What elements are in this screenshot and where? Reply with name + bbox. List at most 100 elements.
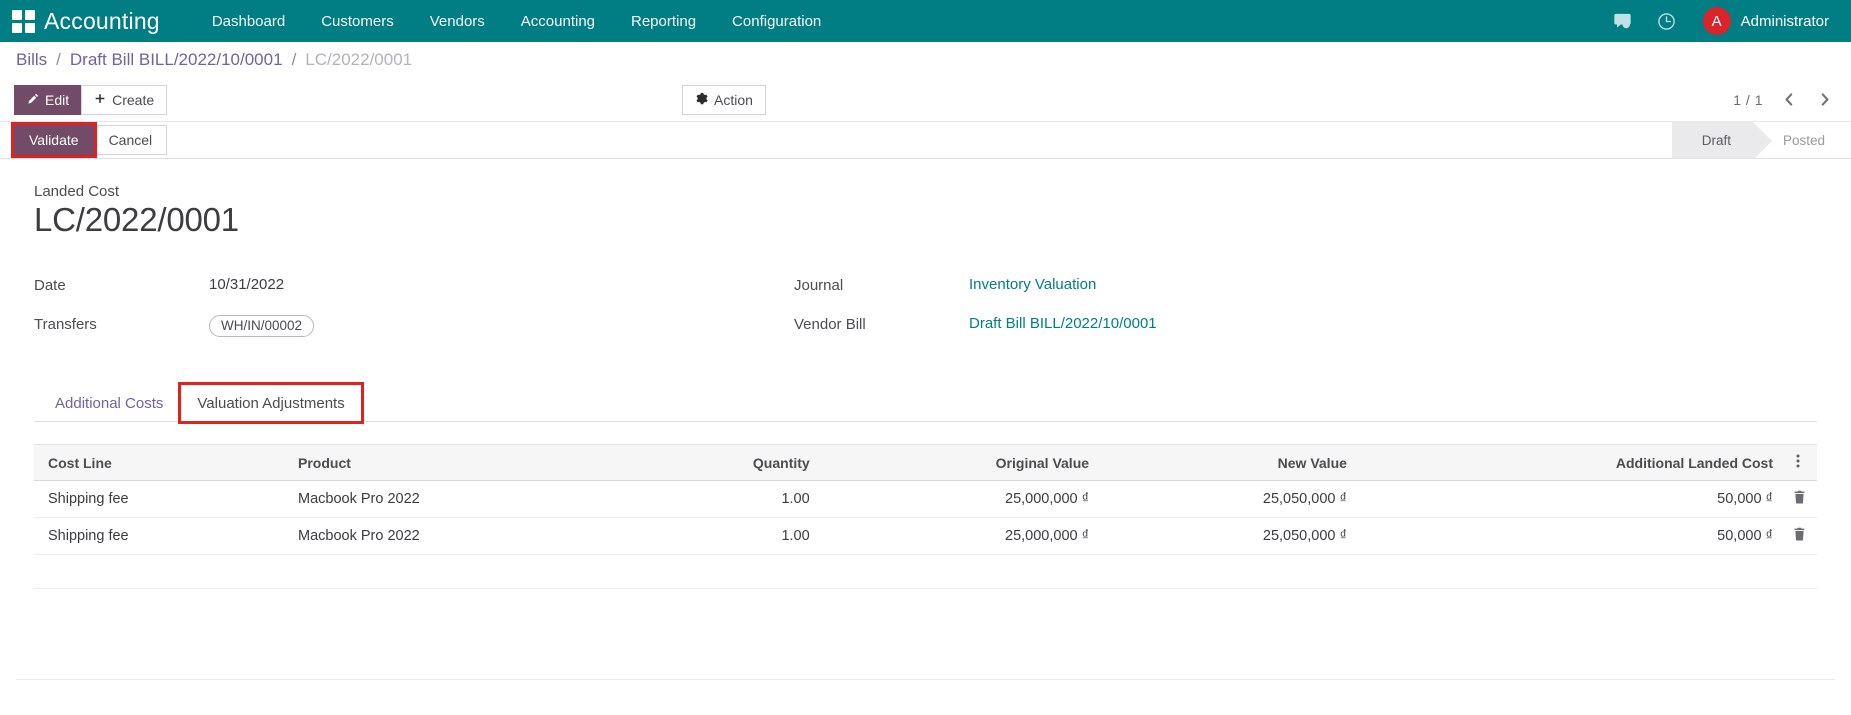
table-header-row: Cost Line Product Quantity Original Valu… [34, 445, 1817, 481]
cell-additional-landed-cost[interactable]: 50,000 ₫ [1361, 518, 1787, 555]
field-vendor-bill-value[interactable]: Draft Bill BILL/2022/10/0001 [969, 315, 1157, 332]
top-navbar: Accounting Dashboard Customers Vendors A… [0, 0, 1851, 42]
form-sheet: Landed Cost LC/2022/0001 Date 10/31/2022… [16, 159, 1835, 679]
notebook-tabs: Additional Costs Valuation Adjustments [34, 384, 1817, 422]
cancel-button[interactable]: Cancel [94, 125, 168, 155]
user-name-label: Administrator [1741, 13, 1829, 30]
field-date-label: Date [34, 276, 209, 294]
menu-item-reporting[interactable]: Reporting [613, 2, 714, 41]
pager-counter: 1 / 1 [1733, 92, 1763, 108]
table-header: Cost Line Product Quantity Original Valu… [34, 445, 1817, 481]
app-brand-title[interactable]: Accounting [44, 8, 160, 35]
vertical-dots-icon[interactable] [1787, 445, 1817, 481]
trash-icon[interactable] [1787, 518, 1817, 555]
record-buttons: Edit Create [14, 85, 167, 115]
table-row[interactable]: Shipping fee Macbook Pro 2022 1.00 25,00… [34, 481, 1817, 518]
cell-new-value[interactable]: 25,050,000 ₫ [1103, 518, 1361, 555]
breadcrumb-item-bills[interactable]: Bills [16, 50, 47, 70]
column-header-additional-landed-cost[interactable]: Additional Landed Cost [1361, 445, 1787, 481]
table-empty-cell [34, 555, 1817, 589]
field-date-value[interactable]: 10/31/2022 [209, 276, 284, 293]
status-bar-stages: Draft Posted [1672, 122, 1851, 158]
main-menu: Dashboard Customers Vendors Accounting R… [194, 2, 839, 41]
column-header-original-value[interactable]: Original Value [824, 445, 1103, 481]
tab-additional-costs[interactable]: Additional Costs [38, 384, 180, 422]
pager: 1 / 1 [1733, 88, 1835, 112]
action-button[interactable]: Action [682, 85, 766, 115]
cell-quantity[interactable]: 1.00 [629, 518, 824, 555]
pencil-icon [27, 93, 39, 107]
menu-item-configuration[interactable]: Configuration [714, 2, 839, 41]
menu-item-dashboard[interactable]: Dashboard [194, 2, 303, 41]
field-date: Date 10/31/2022 [34, 276, 794, 298]
breadcrumb-item-current: LC/2022/0001 [305, 50, 412, 70]
chat-bubble-icon[interactable] [1601, 0, 1645, 42]
field-journal: Journal Inventory Valuation [794, 276, 1817, 298]
breadcrumb-separator: / [292, 50, 297, 70]
form-right-column: Journal Inventory Valuation Vendor Bill … [794, 276, 1817, 354]
page-title-label: Landed Cost [34, 183, 1817, 200]
column-header-product[interactable]: Product [284, 445, 629, 481]
cell-cost-line[interactable]: Shipping fee [34, 518, 284, 555]
trash-icon[interactable] [1787, 481, 1817, 518]
field-journal-value[interactable]: Inventory Valuation [969, 276, 1096, 293]
user-menu[interactable]: A Administrator [1689, 7, 1833, 35]
table-footer-gap [34, 589, 1817, 615]
field-vendor-bill: Vendor Bill Draft Bill BILL/2022/10/0001 [794, 315, 1817, 337]
menu-item-accounting[interactable]: Accounting [503, 2, 613, 41]
create-button-label: Create [112, 93, 154, 107]
form-sheet-background: Landed Cost LC/2022/0001 Date 10/31/2022… [0, 159, 1851, 680]
cell-new-value[interactable]: 25,050,000 ₫ [1103, 481, 1361, 518]
status-bar-buttons: Validate Cancel [14, 122, 167, 158]
odoo-accounting-landed-cost-page: Accounting Dashboard Customers Vendors A… [0, 0, 1851, 715]
cell-original-value[interactable]: 25,000,000 ₫ [824, 518, 1103, 555]
status-bar: Validate Cancel Draft Posted [0, 121, 1851, 159]
field-transfers-label: Transfers [34, 315, 209, 333]
action-button-label: Action [714, 93, 753, 107]
cell-additional-landed-cost[interactable]: 50,000 ₫ [1361, 481, 1787, 518]
edit-button[interactable]: Edit [14, 85, 82, 115]
create-button[interactable]: Create [81, 85, 167, 115]
cell-quantity[interactable]: 1.00 [629, 481, 824, 518]
control-panel: Edit Create Action [0, 78, 1851, 121]
field-vendor-bill-label: Vendor Bill [794, 315, 969, 333]
menu-item-vendors[interactable]: Vendors [412, 2, 503, 41]
edit-button-label: Edit [45, 93, 69, 107]
navbar-right-tools: A Administrator [1601, 0, 1833, 42]
breadcrumb-separator: / [56, 50, 61, 70]
gear-icon [695, 92, 708, 107]
cell-product[interactable]: Macbook Pro 2022 [284, 518, 629, 555]
form-left-column: Date 10/31/2022 Transfers WH/IN/00002 [34, 276, 794, 354]
field-journal-label: Journal [794, 276, 969, 294]
column-header-quantity[interactable]: Quantity [629, 445, 824, 481]
chevron-left-icon[interactable] [1779, 88, 1799, 112]
column-header-new-value[interactable]: New Value [1103, 445, 1361, 481]
column-header-cost-line[interactable]: Cost Line [34, 445, 284, 481]
cell-product[interactable]: Macbook Pro 2022 [284, 481, 629, 518]
action-menu-wrapper: Action [682, 85, 766, 115]
validate-button-highlight: Validate [14, 125, 94, 155]
sheet-bottom-divider [16, 679, 1835, 680]
valuation-adjustments-table: Cost Line Product Quantity Original Valu… [34, 444, 1817, 589]
cell-original-value[interactable]: 25,000,000 ₫ [824, 481, 1103, 518]
breadcrumb: Bills / Draft Bill BILL/2022/10/0001 / L… [0, 42, 1851, 78]
apps-grid-icon[interactable] [10, 8, 36, 34]
page-title: LC/2022/0001 [34, 202, 1817, 238]
tab-valuation-adjustments[interactable]: Valuation Adjustments [180, 384, 361, 422]
notebook: Additional Costs Valuation Adjustments C… [34, 384, 1817, 615]
status-stage-draft[interactable]: Draft [1672, 122, 1753, 158]
table-body: Shipping fee Macbook Pro 2022 1.00 25,00… [34, 481, 1817, 589]
clock-icon[interactable] [1645, 0, 1689, 42]
cell-cost-line[interactable]: Shipping fee [34, 481, 284, 518]
menu-item-customers[interactable]: Customers [303, 2, 412, 41]
validate-button[interactable]: Validate [14, 125, 94, 155]
field-transfers-value: WH/IN/00002 [209, 315, 314, 337]
plus-icon [94, 93, 106, 107]
table-empty-row [34, 555, 1817, 589]
field-transfers: Transfers WH/IN/00002 [34, 315, 794, 337]
chevron-right-icon[interactable] [1815, 88, 1835, 112]
form-fields-grid: Date 10/31/2022 Transfers WH/IN/00002 Jo… [34, 276, 1817, 354]
breadcrumb-item-draft-bill[interactable]: Draft Bill BILL/2022/10/0001 [70, 50, 283, 70]
transfer-tag[interactable]: WH/IN/00002 [209, 315, 314, 337]
table-row[interactable]: Shipping fee Macbook Pro 2022 1.00 25,00… [34, 518, 1817, 555]
